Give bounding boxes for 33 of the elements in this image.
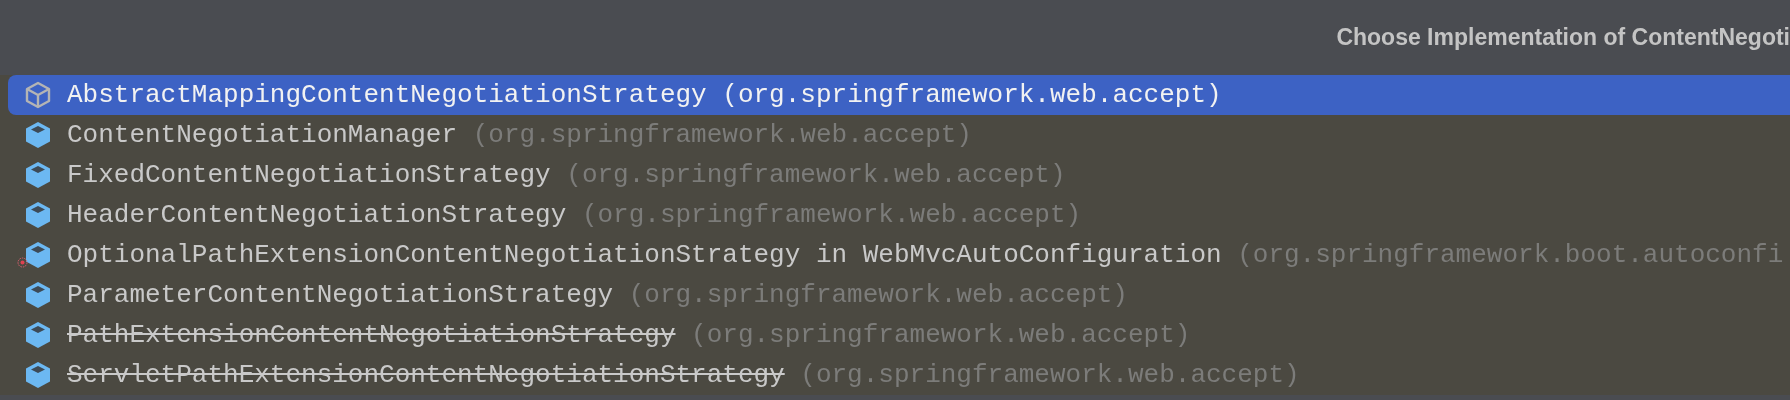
cube-icon	[25, 121, 51, 149]
class-name: OptionalPathExtensionContentNegotiationStrategy in WebMvcAutoConfiguration	[67, 240, 1222, 270]
cube-outline-icon	[25, 81, 51, 109]
list-item[interactable]: AbstractMappingContentNegotiationStrategy (org.springframework.web.accept)	[8, 75, 1790, 115]
package-name: (org.springframework.web.accept)	[691, 320, 1191, 350]
package-name: (org.springframework.web.accept)	[628, 280, 1128, 310]
cube-icon	[25, 161, 51, 189]
list-item[interactable]: PathExtensionContentNegotiationStrategy (org.springframework.web.accept)	[8, 315, 1790, 355]
class-name: PathExtensionContentNegotiationStrategy	[67, 320, 676, 350]
class-name: HeaderContentNegotiationStrategy	[67, 200, 567, 230]
popup-title: Choose Implementation of ContentNegoti	[1336, 24, 1790, 51]
class-name: AbstractMappingContentNegotiationStrategy	[67, 80, 707, 110]
class-name: FixedContentNegotiationStrategy	[67, 160, 551, 190]
package-name: (org.springframework.boot.autoconfi	[1237, 240, 1784, 270]
cube-icon	[25, 281, 51, 309]
class-name: ParameterContentNegotiationStrategy	[67, 280, 614, 310]
list-item[interactable]: HeaderContentNegotiationStrategy (org.springframework.web.accept)	[8, 195, 1790, 235]
list-item[interactable]: FixedContentNegotiationStrategy (org.springframework.web.accept)	[8, 155, 1790, 195]
package-name: (org.springframework.web.accept)	[566, 160, 1066, 190]
package-name: (org.springframework.web.accept)	[472, 120, 972, 150]
list-item[interactable]: OptionalPathExtensionContentNegotiationStrategy in WebMvcAutoConfiguration (org.springframework.boot.autoconfi	[8, 235, 1790, 275]
package-name: (org.springframework.web.accept)	[581, 200, 1082, 230]
class-name: ContentNegotiationManager	[67, 120, 458, 150]
list-item[interactable]: ContentNegotiationManager (org.springframework.web.accept)	[8, 115, 1790, 155]
list-item[interactable]: ParameterContentNegotiationStrategy (org.springframework.web.accept)	[8, 275, 1790, 315]
cube-icon	[25, 241, 51, 269]
cube-icon	[25, 321, 51, 349]
list-item[interactable]: ServletPathExtensionContentNegotiationStrategy (org.springframework.web.accept)	[8, 355, 1790, 395]
package-name: (org.springframework.web.accept)	[800, 360, 1300, 390]
class-name: ServletPathExtensionContentNegotiationStrategy	[67, 360, 785, 390]
cube-icon	[25, 201, 51, 229]
cube-icon	[25, 361, 51, 389]
package-name: (org.springframework.web.accept)	[722, 80, 1222, 110]
